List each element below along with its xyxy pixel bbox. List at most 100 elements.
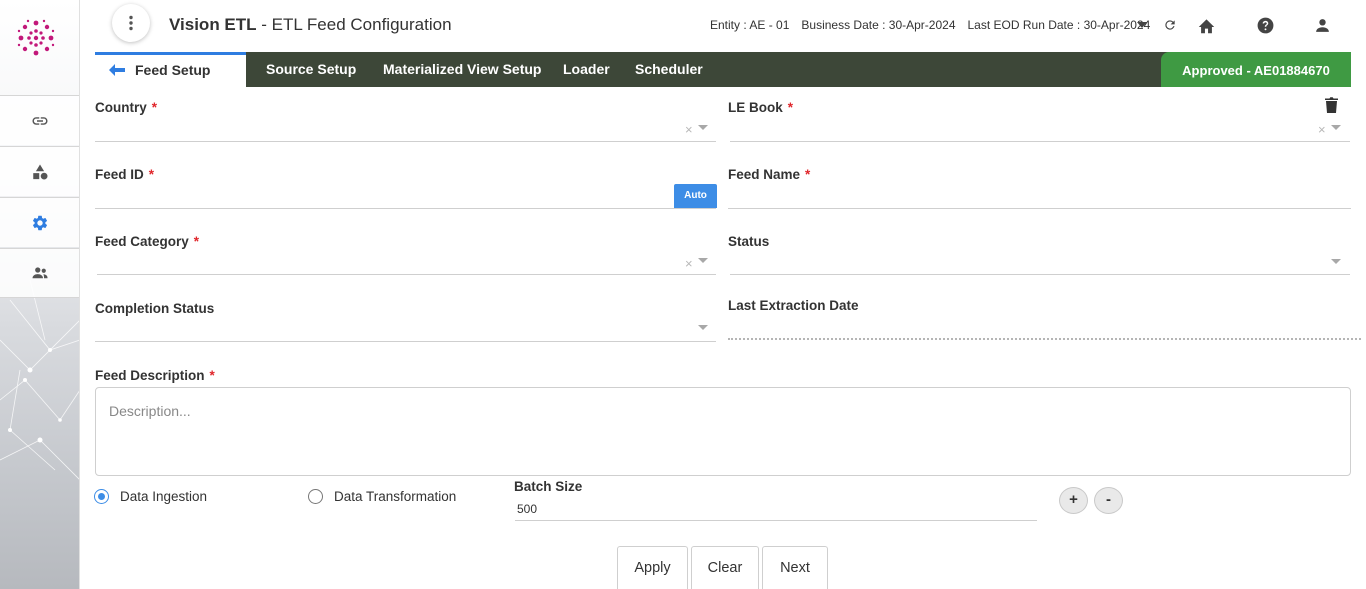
batch-size-label: Batch Size (514, 479, 583, 494)
country-select[interactable] (95, 141, 716, 142)
entity-info: Entity : AE - 01 (710, 18, 789, 32)
status-chevron-down-icon[interactable] (1331, 259, 1341, 264)
entity-label: Entity : (710, 18, 747, 32)
feed-name-input[interactable] (728, 208, 1351, 209)
required-mark: * (151, 100, 158, 115)
data-transformation-label[interactable]: Data Transformation (334, 489, 456, 504)
status-badge: Approved - AE01884670 (1161, 52, 1351, 87)
country-clear-icon[interactable]: × (685, 122, 693, 137)
country-label-text: Country (95, 100, 147, 115)
chevron-down-icon (1137, 22, 1147, 28)
batch-size-underline (515, 520, 1037, 521)
completion-status-select[interactable] (95, 341, 716, 342)
apply-button[interactable]: Apply (617, 546, 688, 589)
feed-category-select[interactable] (97, 274, 716, 275)
app-subtitle: ETL Feed Configuration (271, 15, 452, 34)
user-icon (1315, 18, 1329, 32)
sidebar (0, 0, 80, 589)
tab-label: Source Setup (266, 61, 357, 77)
menu-dots-icon (129, 15, 133, 31)
tab-label: Feed Setup (135, 62, 211, 78)
clear-button[interactable]: Clear (691, 546, 759, 589)
le-book-chevron-down-icon[interactable] (1331, 125, 1341, 130)
description-placeholder: Description... (109, 403, 191, 419)
title-separator: - (256, 15, 272, 34)
feed-id-input[interactable] (95, 208, 716, 209)
completion-status-label: Completion Status (95, 301, 215, 316)
feed-category-label-text: Feed Category (95, 234, 189, 249)
link-icon (32, 116, 48, 125)
date-dropdown-button[interactable] (1131, 14, 1153, 36)
feed-category-chevron-down-icon[interactable] (698, 258, 708, 263)
decrement-button[interactable]: - (1094, 487, 1123, 514)
le-book-select[interactable] (730, 141, 1350, 142)
feed-id-label: Feed ID * (95, 167, 154, 182)
completion-status-chevron-down-icon[interactable] (698, 325, 708, 330)
app-name: Vision ETL (169, 15, 257, 34)
auto-id-button[interactable]: Auto (674, 184, 717, 208)
sidebar-item-users[interactable] (0, 248, 79, 298)
arrow-left-icon (109, 64, 125, 76)
vision-logo-icon (17, 19, 55, 56)
data-transformation-radio[interactable] (308, 489, 323, 504)
top-header: Vision ETL - ETL Feed Configuration Enti… (80, 0, 1366, 50)
menu-button[interactable] (112, 4, 150, 42)
tab-materialized-view-setup[interactable]: Materialized View Setup (383, 52, 541, 87)
required-mark: * (209, 368, 215, 383)
feed-category-label: Feed Category * (95, 234, 199, 249)
business-date-label: Business Date : (801, 18, 886, 32)
feed-name-label: Feed Name * (728, 167, 810, 182)
entity-value: AE - 01 (749, 18, 790, 32)
feed-description-label-text: Feed Description (95, 368, 205, 383)
home-button[interactable] (1195, 14, 1217, 36)
required-mark: * (787, 100, 794, 115)
feed-name-label-text: Feed Name (728, 167, 801, 182)
feed-description-label: Feed Description * (95, 368, 215, 383)
tab-label: Scheduler (635, 61, 703, 77)
status-select[interactable] (730, 274, 1350, 275)
tab-scheduler[interactable]: Scheduler (635, 52, 703, 87)
user-profile-button[interactable] (1311, 14, 1333, 36)
required-mark: * (148, 167, 155, 182)
tab-bar: Feed Setup Source Setup Materialized Vie… (95, 52, 1351, 87)
le-book-label-text: LE Book (728, 100, 783, 115)
increment-button[interactable]: + (1059, 487, 1088, 514)
header-meta: Entity : AE - 01 Business Date : 30-Apr-… (710, 18, 1150, 32)
home-icon (1198, 18, 1214, 33)
business-date-info: Business Date : 30-Apr-2024 (801, 18, 955, 32)
tab-label: Materialized View Setup (383, 61, 542, 77)
refresh-button[interactable] (1159, 14, 1181, 36)
sidebar-item-shapes[interactable] (0, 146, 79, 196)
next-button[interactable]: Next (762, 546, 828, 589)
help-icon (1257, 17, 1273, 33)
status-label: Status (728, 234, 770, 249)
page-title: Vision ETL - ETL Feed Configuration (169, 15, 452, 35)
data-ingestion-label[interactable]: Data Ingestion (120, 489, 207, 504)
tab-label: Loader (563, 61, 610, 77)
country-chevron-down-icon[interactable] (698, 125, 708, 130)
feed-category-clear-icon[interactable]: × (685, 256, 693, 271)
refresh-icon (1165, 20, 1175, 30)
tab-loader[interactable]: Loader (563, 52, 610, 87)
le-book-label: LE Book * (728, 100, 793, 115)
sidebar-item-settings[interactable] (0, 197, 79, 247)
required-mark: * (805, 167, 811, 182)
sidebar-item-links[interactable] (0, 95, 79, 145)
users-icon (32, 267, 48, 279)
last-extraction-date-label: Last Extraction Date (728, 298, 859, 313)
gear-icon (32, 215, 48, 230)
data-ingestion-radio[interactable] (94, 489, 109, 504)
batch-size-input[interactable]: 500 (517, 502, 537, 516)
business-date-value: 30-Apr-2024 (888, 18, 956, 32)
help-button[interactable] (1254, 14, 1276, 36)
feed-description-textarea[interactable]: Description... (95, 387, 1351, 476)
le-book-clear-icon[interactable]: × (1318, 122, 1326, 137)
tab-feed-setup[interactable]: Feed Setup (95, 52, 246, 87)
last-extraction-date-field (728, 338, 1361, 340)
eod-info: Last EOD Run Date : 30-Apr-2024 (968, 18, 1151, 32)
required-mark: * (193, 234, 200, 249)
trash-icon[interactable] (1325, 97, 1338, 113)
tab-source-setup[interactable]: Source Setup (266, 52, 356, 87)
network-background (0, 280, 79, 480)
shapes-icon (33, 164, 48, 179)
